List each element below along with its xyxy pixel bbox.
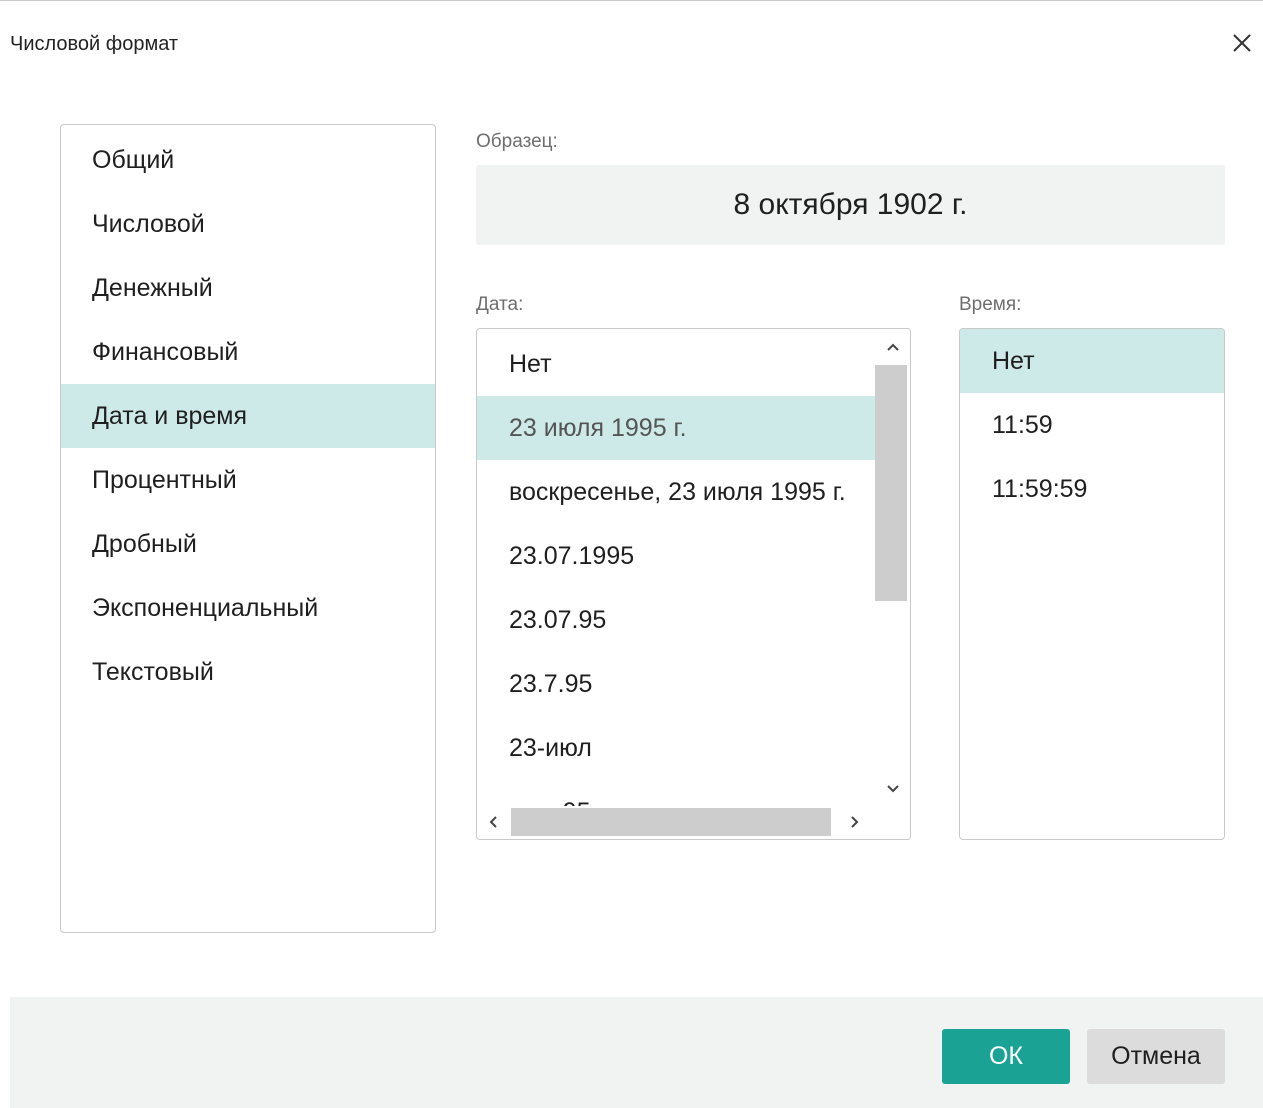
time-item-hh-mm-ss[interactable]: 11:59:59 bbox=[960, 457, 1224, 521]
dialog-title: Числовой формат bbox=[10, 33, 179, 55]
number-format-dialog: Числовой формат Общий Числовой Денежный … bbox=[0, 0, 1263, 1108]
date-format-list: Нет 23 июля 1995 г. воскресенье, 23 июля… bbox=[476, 328, 911, 840]
category-item-text[interactable]: Текстовый bbox=[61, 640, 435, 704]
vertical-scrollbar[interactable] bbox=[875, 329, 910, 806]
ok-button[interactable]: ОК bbox=[942, 1029, 1070, 1084]
cancel-button[interactable]: Отмена bbox=[1087, 1029, 1225, 1084]
date-item-d-m-yy[interactable]: 23.7.95 bbox=[477, 652, 875, 716]
category-item-scientific[interactable]: Экспоненциальный bbox=[61, 576, 435, 640]
date-item-dd-mm-yy[interactable]: 23.07.95 bbox=[477, 588, 875, 652]
date-item-full-weekday[interactable]: воскресенье, 23 июля 1995 г. bbox=[477, 460, 875, 524]
sample-preview: 8 октября 1902 г. bbox=[476, 165, 1225, 245]
date-item-long[interactable]: 23 июля 1995 г. bbox=[477, 396, 875, 460]
date-item-dd-mon[interactable]: 23-июл bbox=[477, 716, 875, 780]
chevron-up-icon[interactable] bbox=[883, 337, 903, 357]
date-label: Дата: bbox=[476, 294, 524, 315]
chevron-left-icon[interactable] bbox=[483, 812, 503, 832]
vertical-scroll-thumb[interactable] bbox=[875, 365, 907, 601]
category-list: Общий Числовой Денежный Финансовый Дата … bbox=[60, 124, 436, 933]
dialog-footer bbox=[10, 997, 1263, 1108]
scrollbar-corner bbox=[875, 806, 910, 839]
category-item-general[interactable]: Общий bbox=[61, 128, 435, 192]
chevron-right-icon[interactable] bbox=[845, 812, 865, 832]
time-item-none[interactable]: Нет bbox=[960, 329, 1224, 393]
date-item-dd-mm-yyyy[interactable]: 23.07.1995 bbox=[477, 524, 875, 588]
sample-label: Образец: bbox=[476, 131, 558, 152]
category-item-fraction[interactable]: Дробный bbox=[61, 512, 435, 576]
date-item-mon-yy[interactable]: июл 95 bbox=[477, 780, 875, 806]
chevron-down-icon[interactable] bbox=[883, 779, 903, 799]
close-icon[interactable] bbox=[1226, 27, 1258, 59]
category-item-date-time[interactable]: Дата и время bbox=[61, 384, 435, 448]
category-item-percentage[interactable]: Процентный bbox=[61, 448, 435, 512]
category-item-accounting[interactable]: Финансовый bbox=[61, 320, 435, 384]
time-format-list: Нет 11:59 11:59:59 bbox=[959, 328, 1225, 840]
category-item-currency[interactable]: Денежный bbox=[61, 256, 435, 320]
sample-value: 8 октября 1902 г. bbox=[733, 188, 968, 221]
horizontal-scrollbar[interactable] bbox=[477, 806, 875, 839]
category-item-number[interactable]: Числовой bbox=[61, 192, 435, 256]
horizontal-scroll-thumb[interactable] bbox=[511, 808, 831, 836]
date-items-viewport: Нет 23 июля 1995 г. воскресенье, 23 июля… bbox=[477, 332, 875, 806]
time-label: Время: bbox=[959, 294, 1022, 315]
date-item-none[interactable]: Нет bbox=[477, 332, 875, 396]
time-item-hh-mm[interactable]: 11:59 bbox=[960, 393, 1224, 457]
